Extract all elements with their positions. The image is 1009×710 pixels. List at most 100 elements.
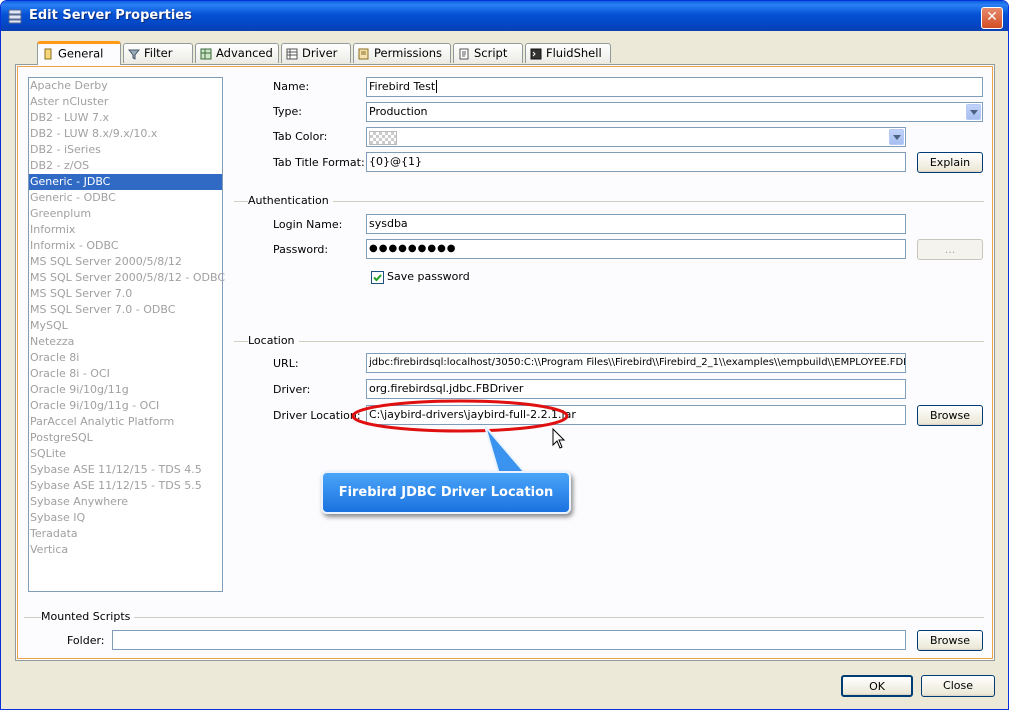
type-select[interactable]: Production — [366, 102, 983, 122]
script-icon — [459, 48, 469, 59]
filter-icon — [128, 49, 140, 60]
close-window-button[interactable]: ✕ — [981, 7, 1003, 29]
name-value: Firebird Test — [369, 80, 436, 93]
text-cursor — [436, 80, 438, 93]
name-input[interactable]: Firebird Test — [366, 77, 983, 97]
name-label: Name: — [273, 80, 310, 93]
fluidshell-icon — [530, 48, 542, 59]
list-item[interactable]: Generic - ODBC — [29, 190, 222, 206]
tab-permissions[interactable]: Permissions — [353, 43, 451, 63]
list-item[interactable]: Informix — [29, 222, 222, 238]
list-item[interactable]: ParAccel Analytic Platform — [29, 414, 222, 430]
mounted-scripts-divider — [24, 617, 984, 618]
general-tab-panel: Apache Derby Aster nCluster DB2 - LUW 7.x D… — [15, 64, 995, 661]
tab-title-format-input[interactable]: {0}@{1} — [366, 152, 906, 172]
url-input[interactable]: jdbc:firebirdsql:localhost/3050:C:\\Prog… — [366, 353, 906, 373]
chevron-down-icon[interactable] — [889, 129, 904, 145]
tab-filter[interactable]: Filter — [123, 43, 193, 63]
callout-pointer — [484, 426, 529, 475]
list-item[interactable]: Generic - JDBC — [29, 174, 222, 190]
list-item[interactable]: MS SQL Server 7.0 - ODBC — [29, 302, 222, 318]
save-password-checkbox[interactable] — [371, 271, 384, 284]
list-item[interactable]: Greenplum — [29, 206, 222, 222]
type-label: Type: — [273, 105, 302, 118]
server-type-list[interactable]: Apache Derby Aster nCluster DB2 - LUW 7.x D… — [28, 77, 225, 592]
tab-title-format-label: Tab Title Format: — [273, 156, 365, 169]
list-item[interactable]: DB2 - z/OS — [29, 158, 222, 174]
ok-button[interactable]: OK — [841, 675, 913, 697]
list-item[interactable]: MS SQL Server 2000/5/8/12 — [29, 254, 222, 270]
driver-label: Driver: — [273, 383, 311, 396]
driver-icon — [286, 48, 298, 59]
password-label: Password: — [273, 243, 329, 256]
list-item[interactable]: Sybase Anywhere — [29, 494, 222, 510]
list-item[interactable]: DB2 - LUW 7.x — [29, 110, 222, 126]
driver-input[interactable]: org.firebirdsql.jdbc.FBDriver — [366, 379, 906, 399]
folder-browse-button[interactable]: Browse — [917, 630, 983, 651]
list-item[interactable]: Apache Derby — [29, 78, 222, 94]
tab-driver[interactable]: Driver — [281, 43, 351, 63]
password-value: ●●●●●●●●● — [369, 243, 457, 254]
driver-location-label: Driver Location: — [273, 409, 361, 422]
authentication-section-title: Authentication — [248, 194, 333, 207]
list-item[interactable]: PostgreSQL — [29, 430, 222, 446]
type-value: Production — [369, 105, 428, 118]
tab-script[interactable]: Script — [453, 43, 523, 63]
list-item[interactable]: MySQL — [29, 318, 222, 334]
list-item[interactable]: Sybase IQ — [29, 510, 222, 526]
close-button[interactable]: Close — [921, 675, 995, 697]
list-item[interactable]: Aster nCluster — [29, 94, 222, 110]
advanced-icon — [200, 48, 212, 59]
color-swatch-icon — [369, 131, 397, 145]
url-value: jdbc:firebirdsql:localhost/3050:C:\\Prog… — [369, 357, 906, 368]
list-item[interactable]: DB2 - iSeries — [29, 142, 222, 158]
list-item[interactable]: MS SQL Server 2000/5/8/12 - ODBC — [29, 270, 225, 286]
window-title: Edit Server Properties — [29, 8, 192, 23]
list-item[interactable]: Sybase ASE 11/12/15 - TDS 4.5 — [29, 462, 222, 478]
login-name-label: Login Name: — [273, 218, 343, 231]
title-bar[interactable]: Edit Server Properties ✕ — [1, 1, 1008, 31]
list-item[interactable]: Teradata — [29, 526, 222, 542]
tab-fluidshell-label: FluidShell — [546, 46, 602, 60]
tab-fluidshell[interactable]: FluidShell — [525, 43, 611, 63]
general-icon — [44, 48, 52, 59]
list-item[interactable]: SQLite — [29, 446, 222, 462]
mouse-cursor-icon — [552, 428, 566, 449]
tab-general-label: General — [58, 46, 104, 61]
list-item[interactable]: Netezza — [29, 334, 222, 350]
edit-server-properties-window: Edit Server Properties ✕ General Filter … — [0, 0, 1009, 710]
list-item[interactable]: Oracle 8i — [29, 350, 222, 366]
tab-color-select[interactable] — [366, 127, 906, 147]
list-item[interactable]: Sybase ASE 11/12/15 - TDS 5.5 — [29, 478, 222, 494]
list-item[interactable]: MS SQL Server 7.0 — [29, 286, 222, 302]
password-ellipsis-button[interactable]: ... — [917, 239, 983, 260]
list-item[interactable]: Oracle 8i - OCI — [29, 366, 222, 382]
server-icon — [8, 9, 22, 24]
list-item[interactable]: DB2 - LUW 8.x/9.x/10.x — [29, 126, 222, 142]
list-item[interactable]: Vertica — [29, 542, 222, 558]
highlight-ellipse — [351, 399, 569, 433]
password-input[interactable]: ●●●●●●●●● — [366, 239, 906, 259]
save-password-label[interactable]: Save password — [387, 270, 470, 283]
location-divider — [234, 341, 984, 342]
tab-permissions-label: Permissions — [374, 46, 443, 60]
tab-filter-label: Filter — [144, 46, 173, 60]
annotation-callout: Firebird JDBC Driver Location — [321, 471, 571, 514]
tab-advanced-label: Advanced — [216, 46, 273, 60]
chevron-down-icon[interactable] — [966, 104, 981, 120]
folder-input[interactable] — [112, 630, 906, 650]
folder-label: Folder: — [67, 634, 105, 647]
login-name-input[interactable]: sysdba — [366, 214, 906, 234]
tab-title-format-value: {0}@{1} — [369, 155, 422, 168]
close-icon: ✕ — [986, 9, 998, 25]
checkmark-icon — [373, 274, 382, 282]
tab-script-label: Script — [474, 46, 508, 60]
list-item[interactable]: Oracle 9i/10g/11g - OCI — [29, 398, 222, 414]
explain-button[interactable]: Explain — [917, 152, 983, 173]
tab-general[interactable]: General — [37, 41, 121, 65]
login-name-value: sysdba — [369, 217, 408, 230]
tab-advanced[interactable]: Advanced — [195, 43, 279, 63]
driver-location-browse-button[interactable]: Browse — [917, 405, 983, 426]
list-item[interactable]: Informix - ODBC — [29, 238, 222, 254]
list-item[interactable]: Oracle 9i/10g/11g — [29, 382, 222, 398]
